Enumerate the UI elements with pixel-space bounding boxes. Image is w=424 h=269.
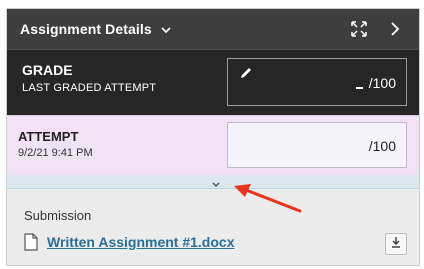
attempt-value: /100 — [368, 138, 396, 154]
document-icon — [24, 233, 38, 251]
submission-file-link[interactable]: Written Assignment #1.docx — [47, 234, 234, 250]
grade-subtitle: LAST GRADED ATTEMPT — [22, 82, 157, 94]
attempt-title: ATTEMPT — [18, 129, 79, 144]
grade-input[interactable]: /100 — [227, 58, 407, 106]
file-row: Written Assignment #1.docx — [24, 233, 234, 251]
grade-score-placeholder — [356, 87, 363, 89]
chevron-right-icon[interactable] — [385, 19, 405, 39]
grade-title: GRADE — [22, 62, 73, 78]
header-actions — [349, 19, 405, 39]
attempt-grade-input[interactable]: /100 — [227, 122, 407, 168]
submission-label: Submission — [24, 208, 92, 223]
chevron-down-icon[interactable] — [160, 23, 172, 35]
pencil-icon[interactable] — [238, 65, 254, 86]
grade-section: GRADE LAST GRADED ATTEMPT /100 — [7, 49, 419, 115]
download-button[interactable] — [385, 233, 407, 255]
chevron-down-icon[interactable] — [210, 177, 222, 188]
expand-icon[interactable] — [349, 19, 369, 39]
grade-value: /100 — [368, 75, 396, 91]
attempt-date: 9/2/21 9:41 PM — [18, 147, 93, 159]
expand-strip[interactable] — [7, 175, 419, 189]
attempt-section: ATTEMPT 9/2/21 9:41 PM /100 — [7, 115, 419, 175]
panel-title[interactable]: Assignment Details — [20, 21, 152, 37]
download-icon — [390, 235, 402, 253]
submission-section: Submission Written Assignment #1.docx — [7, 189, 419, 265]
assignment-details-panel: Assignment Details GRADE LAST GRADED ATT… — [6, 8, 420, 266]
panel-header: Assignment Details — [7, 9, 419, 49]
